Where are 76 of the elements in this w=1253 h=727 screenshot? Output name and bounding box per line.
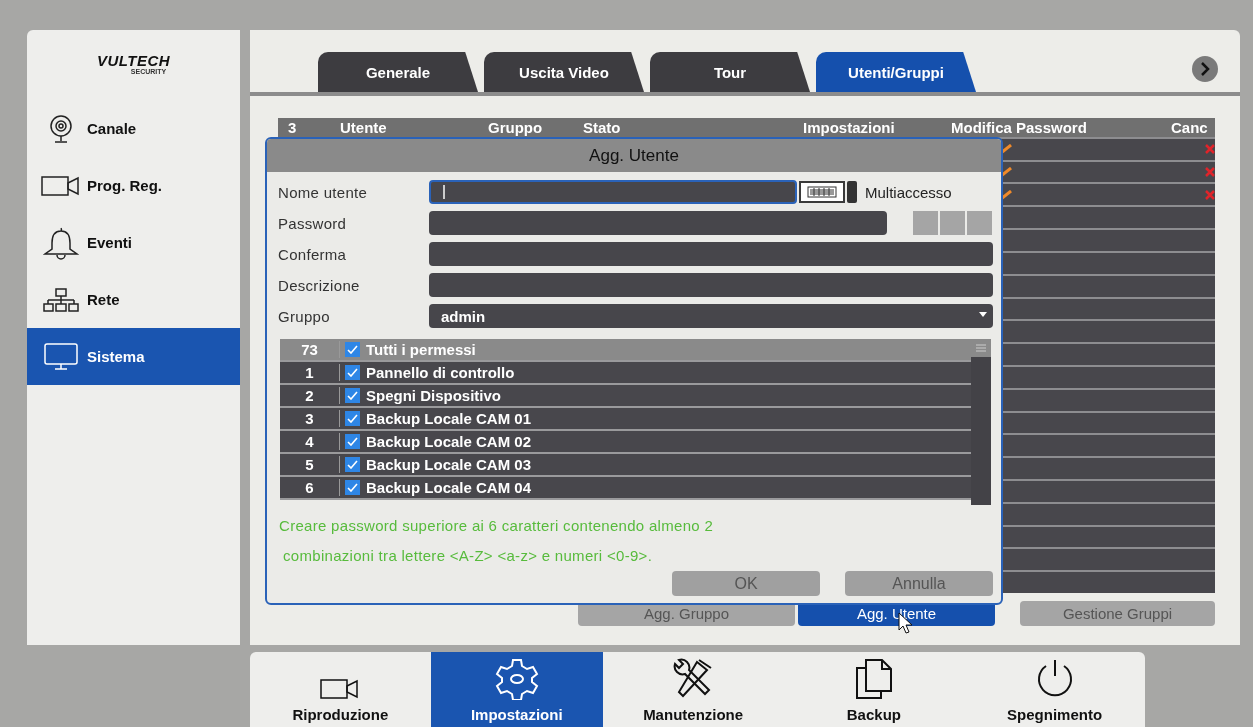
pencil-icon[interactable]: [1000, 144, 1012, 155]
checkbox[interactable]: [345, 388, 360, 403]
column-header: Utente: [339, 118, 388, 136]
pencil-icon[interactable]: [1000, 167, 1012, 178]
nav-item[interactable]: Spegnimento: [964, 652, 1145, 727]
column-header: Gruppo: [487, 118, 544, 136]
sidebar-item[interactable]: Sistema: [27, 328, 240, 385]
checkbox[interactable]: [345, 342, 360, 357]
row-number: 3: [280, 410, 340, 427]
tab[interactable]: Uscita Video: [484, 52, 644, 92]
row-number: 1: [280, 364, 340, 381]
password-hint: Creare password superiore ai 6 caratteri contenendo almeno 2: [279, 516, 714, 536]
column-header: Modifica Password: [950, 118, 1088, 136]
sidebar-item[interactable]: Eventi: [27, 214, 240, 271]
dialog-title: Agg. Utente: [267, 139, 1001, 172]
permission-label: Backup Locale CAM 01: [366, 410, 532, 427]
webcam-icon: [48, 114, 74, 143]
checkbox[interactable]: [345, 365, 360, 380]
checkbox[interactable]: [345, 434, 360, 449]
checkbox[interactable]: [345, 411, 360, 426]
pencil-icon[interactable]: [1000, 189, 1012, 200]
sidebar-item[interactable]: Prog. Reg.: [27, 157, 240, 214]
row-number: 5: [280, 456, 340, 473]
column-header: Canc: [1170, 118, 1209, 136]
permission-label: Pannello di controllo: [366, 364, 515, 381]
nav-item[interactable]: Backup: [783, 652, 965, 727]
field-label: Nome utente: [278, 183, 369, 201]
user-count: 3: [287, 118, 298, 136]
nav-item[interactable]: Impostazioni: [430, 652, 603, 727]
scrollbar[interactable]: [971, 339, 991, 505]
network-icon: [43, 287, 79, 312]
next-icon[interactable]: [1192, 56, 1218, 82]
delete-icon[interactable]: [1205, 167, 1215, 178]
checkbox[interactable]: [847, 181, 857, 203]
nav-item[interactable]: Riproduzione: [250, 652, 431, 727]
caret-icon: [979, 312, 987, 317]
monitor-icon: [43, 341, 79, 372]
input-field[interactable]: [429, 242, 993, 266]
input-field[interactable]: [429, 273, 993, 297]
checkbox-label: Multiaccesso: [865, 183, 952, 201]
input-field[interactable]: [429, 211, 887, 235]
row-number: 6: [280, 479, 340, 496]
row-number: 2: [280, 387, 340, 404]
gear-icon: [493, 658, 540, 700]
sidebar-item[interactable]: Rete: [27, 271, 240, 328]
permission-count: 73: [280, 341, 340, 358]
delete-icon[interactable]: [1205, 144, 1215, 155]
documents-icon: [853, 658, 894, 700]
field-label: Conferma: [278, 245, 348, 263]
bell-icon: [43, 225, 79, 260]
password-hint: combinazioni tra lettere <A-Z> <a-z> e numeri <0-9>.: [282, 546, 653, 566]
field-label: Password: [278, 214, 348, 232]
checkbox[interactable]: [345, 480, 360, 495]
checkbox[interactable]: [345, 457, 360, 472]
dropdown[interactable]: admin: [429, 304, 993, 328]
permission-label: Backup Locale CAM 02: [366, 433, 532, 450]
field-label: Descrizione: [278, 276, 361, 294]
column-header: Impostazioni: [802, 118, 896, 136]
input-field[interactable]: [429, 180, 797, 204]
permission-label: Tutti i permessi: [366, 341, 476, 358]
permission-label: Spegni Dispositivo: [366, 387, 501, 404]
field-label: Gruppo: [278, 307, 331, 325]
column-header: Stato: [582, 118, 622, 136]
video-camera-icon: [41, 174, 81, 197]
nav-item[interactable]: Manutenzione: [602, 652, 784, 727]
row-number: 4: [280, 433, 340, 450]
keyboard-icon[interactable]: [799, 181, 845, 203]
video-camera-icon: [320, 678, 361, 700]
tab[interactable]: Tour: [650, 52, 810, 92]
sidebar-item[interactable]: Canale: [27, 100, 240, 157]
delete-icon[interactable]: [1205, 189, 1215, 200]
tab[interactable]: Generale: [318, 52, 478, 92]
tab[interactable]: Utenti/Gruppi: [816, 52, 976, 92]
permission-label: Backup Locale CAM 03: [366, 456, 532, 473]
grip-icon: [976, 344, 986, 352]
permission-label: Backup Locale CAM 04: [366, 479, 532, 496]
